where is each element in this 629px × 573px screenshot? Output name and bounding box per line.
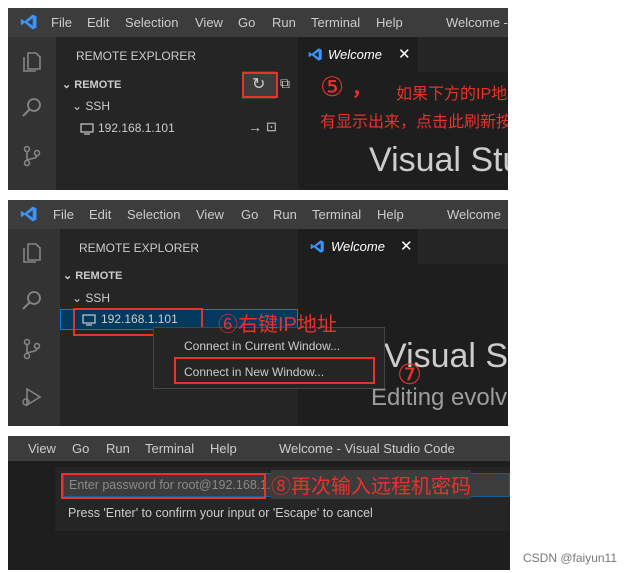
ssh-group[interactable]: ⌄ SSH — [72, 291, 110, 305]
open-folder-icon[interactable]: ⊡ — [266, 119, 277, 135]
menu-go[interactable]: Go — [238, 15, 255, 30]
csdn-watermark: CSDN @faiyun11 — [523, 551, 617, 565]
menu-help[interactable]: Help — [210, 441, 237, 456]
activity-bar — [8, 229, 60, 426]
remote-section-header[interactable]: ⌄ REMOTE — [62, 78, 121, 91]
tab-welcome[interactable]: Welcome ✕ — [298, 37, 418, 72]
collapse-all-icon[interactable]: ⧉ — [280, 75, 290, 92]
screenshot-panel-3: View Go Run Terminal Help Welcome - Visu… — [8, 436, 510, 570]
vscode-tab-icon — [310, 240, 324, 253]
menu-view[interactable]: View — [28, 441, 56, 456]
menu-terminal[interactable]: Terminal — [145, 441, 194, 456]
welcome-heading: Visual Stu — [369, 141, 508, 179]
menu-help[interactable]: Help — [377, 207, 404, 222]
vscode-tab-icon — [308, 48, 322, 61]
remote-section-header[interactable]: ⌄ REMOTE — [63, 269, 122, 282]
menu-go[interactable]: Go — [241, 207, 258, 222]
remote-label: REMOTE — [74, 79, 122, 91]
screenshot-panel-1: File Edit Selection View Go Run Terminal… — [8, 8, 508, 190]
menu-edit[interactable]: Edit — [87, 15, 109, 30]
remote-label: REMOTE — [75, 270, 123, 282]
step8-annotation: ⑧再次输入远程机密码 — [271, 470, 471, 499]
menu-run[interactable]: Run — [273, 207, 297, 222]
menu-terminal[interactable]: Terminal — [312, 207, 361, 222]
vscode-logo-icon — [20, 14, 37, 30]
quick-input-hint: Press 'Enter' to confirm your input or '… — [68, 506, 373, 520]
connect-arrow-icon[interactable]: → — [248, 119, 262, 135]
step5-note-line2: 有显示出来，点击此刷新按钮 — [320, 114, 508, 131]
tab-welcome[interactable]: Welcome ✕ — [298, 229, 418, 264]
refresh-highlight-box — [242, 72, 278, 98]
explorer-files-icon[interactable] — [20, 50, 44, 74]
run-debug-icon[interactable] — [20, 385, 44, 409]
menu-view[interactable]: View — [195, 15, 223, 30]
explorer-files-icon[interactable] — [20, 241, 44, 265]
step6-annotation: ⑥右键IP地址 — [218, 314, 337, 336]
menu-bar: View Go Run Terminal Help Welcome - Visu… — [8, 436, 510, 461]
menu-run[interactable]: Run — [272, 15, 296, 30]
menu-edit[interactable]: Edit — [89, 207, 111, 222]
password-highlight-box — [61, 473, 266, 499]
step5-number: ⑤ — [320, 72, 345, 102]
menu-bar: File Edit Selection View Go Run Terminal… — [8, 8, 508, 37]
tab-welcome-label: Welcome — [331, 239, 385, 254]
menu-file[interactable]: File — [53, 207, 74, 222]
connect-current-window-item[interactable]: Connect in Current Window... — [184, 339, 340, 353]
menu-go[interactable]: Go — [72, 441, 89, 456]
remote-explorer-title: REMOTE EXPLORER — [79, 241, 200, 255]
remote-explorer-sidebar: REMOTE EXPLORER ⌄ REMOTE ⌄ SSH 192.168.1… — [56, 37, 298, 190]
search-icon[interactable] — [20, 96, 44, 120]
menu-selection[interactable]: Selection — [127, 207, 180, 222]
source-control-icon[interactable] — [20, 144, 44, 168]
search-icon[interactable] — [20, 289, 44, 313]
close-icon[interactable]: ✕ — [400, 237, 413, 255]
close-icon[interactable]: ✕ — [398, 45, 411, 63]
tab-welcome-label: Welcome — [328, 47, 382, 62]
activity-bar — [8, 37, 56, 190]
monitor-icon — [80, 123, 94, 135]
menu-help[interactable]: Help — [376, 15, 403, 30]
window-title: Welcome - Visual Studio Code — [279, 441, 455, 456]
menu-run[interactable]: Run — [106, 441, 130, 456]
ssh-group[interactable]: ⌄ SSH — [72, 99, 110, 113]
ssh-label: SSH — [85, 99, 111, 113]
ssh-host-item[interactable]: 192.168.1.101 — [98, 121, 175, 135]
tab-strip: Welcome ✕ — [298, 229, 508, 264]
menu-bar: File Edit Selection View Go Run Terminal… — [8, 200, 508, 237]
new-window-highlight-box — [174, 357, 375, 384]
tab-strip: Welcome ✕ — [298, 37, 508, 72]
menu-view[interactable]: View — [196, 207, 224, 222]
step5-comma: ， — [352, 78, 372, 100]
menu-terminal[interactable]: Terminal — [311, 15, 360, 30]
step7-number: ⑦ — [397, 359, 423, 390]
welcome-subheading: Editing evolv — [371, 384, 508, 411]
vscode-logo-icon — [20, 206, 37, 222]
window-title: Welcome - — [446, 15, 508, 30]
ssh-label: SSH — [85, 291, 111, 305]
step5-note-line1: 如果下方的IP地址没 — [396, 86, 508, 103]
screenshot-panel-2: File Edit Selection View Go Run Terminal… — [8, 200, 508, 426]
menu-file[interactable]: File — [51, 15, 72, 30]
source-control-icon[interactable] — [20, 337, 44, 361]
menu-selection[interactable]: Selection — [125, 15, 178, 30]
remote-explorer-title: REMOTE EXPLORER — [76, 49, 197, 63]
